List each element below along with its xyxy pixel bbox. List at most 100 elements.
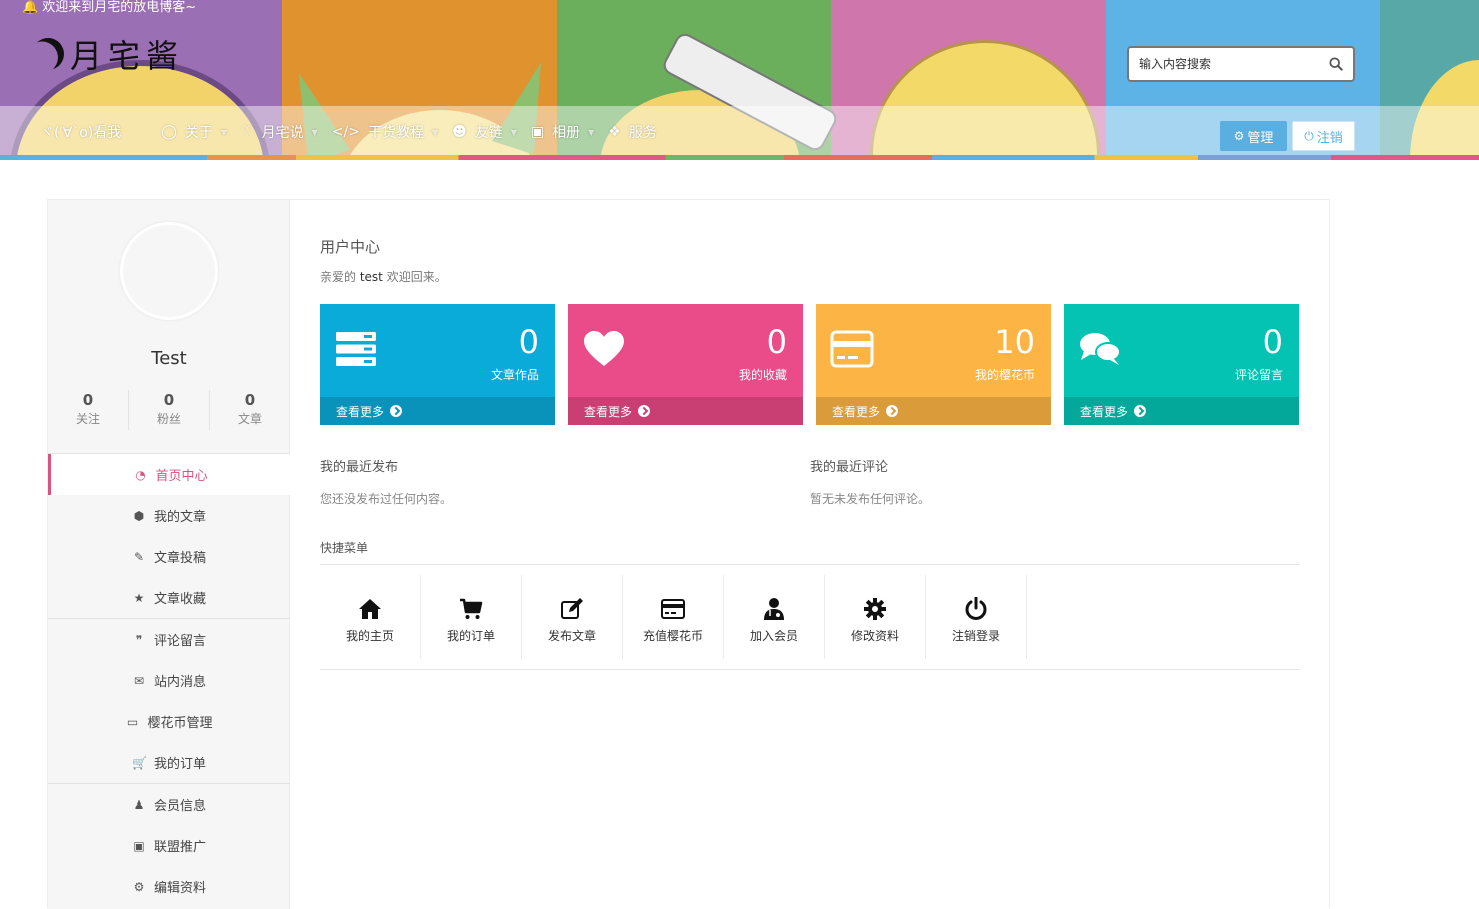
- stat-articles[interactable]: 0 文章: [210, 390, 290, 430]
- quick-label: 加入会员: [749, 628, 798, 643]
- card-number: 10: [994, 323, 1035, 361]
- nav-label: ヾ(′∀`o)看我: [40, 125, 122, 141]
- nav-item-look[interactable]: ヾ(′∀`o)看我: [40, 122, 121, 142]
- search-input[interactable]: [1139, 57, 1319, 71]
- quick-my-orders[interactable]: 我的订单: [421, 575, 522, 659]
- sidebar-item-my-orders[interactable]: 🛒 我的订单: [48, 742, 290, 783]
- quick-join-member[interactable]: 加入会员: [724, 575, 825, 659]
- nav-label: 友链: [474, 125, 503, 141]
- code-icon: </>: [331, 124, 360, 140]
- sidebar-item-edit-profile[interactable]: ⚙ 编辑资料: [48, 866, 290, 907]
- sidebar-item-label: 文章投稿: [153, 551, 206, 566]
- money-icon: ▣: [133, 838, 145, 853]
- avatar[interactable]: [120, 222, 218, 320]
- moon-icon: [26, 32, 70, 76]
- sidebar-item-label: 首页中心: [155, 469, 208, 484]
- stat-label: 粉丝: [156, 412, 181, 426]
- comments-icon: [1080, 333, 1121, 365]
- sidebar-item-my-articles[interactable]: ⬢ 我的文章: [48, 495, 290, 536]
- image-icon: ▣: [530, 124, 545, 140]
- server-icon: [336, 332, 376, 366]
- card-label: 评论留言: [1234, 368, 1283, 382]
- quick-recharge-coins[interactable]: 充值樱花币: [623, 575, 724, 659]
- recent-comments-empty: 暂无未发布任何评论。: [810, 492, 931, 506]
- sidebar-item-label: 樱花币管理: [147, 716, 213, 731]
- card-more-link[interactable]: 查看更多: [1064, 397, 1299, 425]
- manage-label: 管理: [1247, 129, 1274, 145]
- nav-label: 相册: [552, 125, 581, 141]
- cubes-icon: ❖: [608, 124, 621, 140]
- recent-posts-empty: 您还没发布过任何内容。: [320, 492, 453, 506]
- sidebar-item-affiliate[interactable]: ▣ 联盟推广: [48, 825, 290, 866]
- site-logo[interactable]: 月宅酱: [32, 34, 185, 75]
- nav-item-service[interactable]: ❖ 服务: [608, 122, 657, 142]
- card-label: 我的樱花币: [974, 368, 1035, 382]
- stat-followers[interactable]: 0 粉丝: [129, 390, 210, 430]
- cart-icon: [460, 598, 483, 619]
- logout-button[interactable]: ⏻ 注销: [1292, 121, 1355, 151]
- caret-down-icon: ▼: [431, 127, 439, 137]
- card-articles: 0 文章作品 查看更多: [320, 304, 555, 425]
- nav-label: 关于: [184, 125, 213, 141]
- menu-group: ♟ 会员信息 ▣ 联盟推广 ⚙ 编辑资料: [48, 783, 290, 907]
- arrow-circle-right-icon: [1134, 405, 1147, 417]
- quick-label: 我的订单: [446, 628, 495, 643]
- manage-button[interactable]: ⚙ 管理: [1220, 121, 1287, 151]
- nav-label: 干货教程: [367, 125, 424, 141]
- sidebar-item-member-info[interactable]: ♟ 会员信息: [48, 784, 290, 825]
- power-icon: ⏻: [1304, 128, 1314, 143]
- card-more-link[interactable]: 查看更多: [816, 397, 1051, 425]
- sidebar-item-messages[interactable]: ✉ 站内消息: [48, 660, 290, 701]
- users-icon: ☻: [452, 124, 467, 140]
- edit-icon: ✎: [133, 549, 145, 564]
- arrow-circle-right-icon: [638, 405, 651, 417]
- cube-icon: ⬢: [133, 508, 145, 523]
- card-more-label: 查看更多: [1080, 404, 1129, 419]
- nav-label: 服务: [628, 125, 657, 141]
- quick-my-homepage[interactable]: 我的主页: [320, 575, 421, 659]
- caret-down-icon: ▼: [588, 127, 595, 137]
- logo-text: 月宅酱: [70, 37, 185, 75]
- card-label: 文章作品: [490, 368, 539, 382]
- credit-card-icon: [830, 330, 874, 368]
- power-icon: [965, 596, 987, 620]
- sidebar-item-label: 评论留言: [153, 634, 206, 649]
- gear-icon: ⚙: [133, 879, 145, 894]
- quick-label: 注销登录: [951, 628, 1000, 643]
- nav-item-about[interactable]: ◯ 关于 ▼: [161, 122, 227, 142]
- card-label: 我的收藏: [738, 368, 787, 382]
- username: Test: [151, 348, 187, 369]
- stat-following[interactable]: 0 关注: [48, 390, 129, 430]
- sidebar-item-comments[interactable]: ❞ 评论留言: [48, 619, 290, 660]
- sidebar-item-submit-article[interactable]: ✎ 文章投稿: [48, 536, 290, 577]
- nav-item-yuezhai-say[interactable]: ♡ 月宅说 ▼: [241, 122, 318, 142]
- card-number: 0: [518, 323, 539, 361]
- welcome-notice: 🔔 欢迎来到月宅的放电博客~: [22, 0, 196, 18]
- card-more-link[interactable]: 查看更多: [568, 397, 803, 425]
- quick-logout[interactable]: 注销登录: [926, 575, 1027, 659]
- nav-item-links[interactable]: ☻ 友链 ▼: [452, 122, 517, 142]
- quick-publish-article[interactable]: 发布文章: [522, 575, 623, 659]
- nav-item-album[interactable]: ▣ 相册 ▼: [531, 122, 594, 142]
- sidebar-menu: ◔ 首页中心 ⬢ 我的文章 ✎ 文章投稿 ★ 文章收藏 ❞ 评论留言 ✉ 站内消息: [48, 453, 290, 907]
- sidebar-item-label: 我的文章: [153, 510, 206, 525]
- page-title: 用户中心: [320, 238, 381, 256]
- sidebar-item-home-center[interactable]: ◔ 首页中心: [48, 454, 290, 495]
- quick-edit-profile[interactable]: 修改资料: [825, 575, 926, 659]
- heart-icon: [584, 331, 624, 366]
- quick-menu: 我的主页 我的订单 发布文章 充值樱花币 加入会员 修改资料 注销登录: [320, 575, 1027, 659]
- card-more-link[interactable]: 查看更多: [320, 397, 555, 425]
- search-icon[interactable]: [1329, 57, 1343, 71]
- circle-icon: ◯: [161, 124, 177, 140]
- quick-label: 我的主页: [345, 628, 394, 643]
- card-comments: 0 评论留言 查看更多: [1064, 304, 1299, 425]
- main-nav: ヾ(′∀`o)看我 ◯ 关于 ▼ ♡ 月宅说 ▼ </> 干货教程 ▼ ☻ 友链…: [40, 118, 671, 146]
- nav-label: 月宅说: [261, 125, 304, 141]
- card-more-label: 查看更多: [832, 404, 881, 419]
- sidebar-item-coin-manage[interactable]: ▭ 樱花币管理: [48, 701, 290, 742]
- nav-item-tutorials[interactable]: </> 干货教程 ▼: [332, 122, 438, 142]
- bell-icon: 🔔: [22, 0, 39, 15]
- card-top: 0 评论留言: [1064, 304, 1299, 397]
- quick-label: 修改资料: [850, 628, 899, 643]
- sidebar-item-favorites[interactable]: ★ 文章收藏: [48, 577, 290, 618]
